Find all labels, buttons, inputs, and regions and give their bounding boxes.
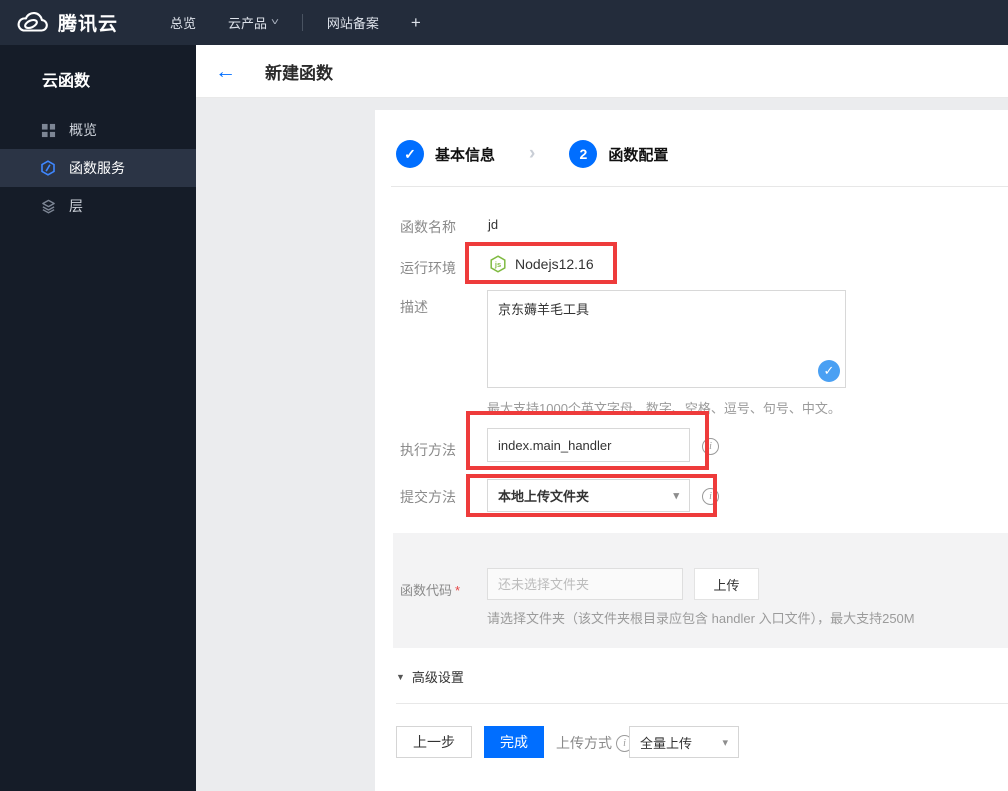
sidebar-title: 云函数 bbox=[42, 73, 91, 90]
step1-completed-circle: ✓ bbox=[396, 140, 424, 168]
nav-item-cloud-products[interactable]: 云产品 ˅ bbox=[212, 0, 294, 45]
page-title: 新建函数 bbox=[265, 63, 333, 83]
sidebar-item-label: 函数服务 bbox=[69, 160, 125, 176]
cloud-logo-icon bbox=[16, 11, 48, 35]
upload-button[interactable]: 上传 bbox=[694, 568, 759, 600]
required-asterisk: * bbox=[455, 583, 461, 598]
back-arrow-icon[interactable]: ← bbox=[215, 61, 236, 82]
handler-input[interactable] bbox=[487, 428, 690, 462]
sidebar-item-label: 概览 bbox=[69, 122, 97, 138]
sidebar-menu: 概览 函数服务 层 bbox=[0, 111, 196, 225]
top-navigation: 总览 云产品 ˅ 网站备案 + bbox=[154, 0, 437, 45]
grid-icon bbox=[40, 122, 56, 138]
tencent-cloud-logo[interactable]: 腾讯云 bbox=[0, 9, 118, 36]
chevron-down-icon: ˅ bbox=[270, 17, 280, 28]
function-name-value: jd bbox=[488, 217, 499, 232]
runtime-label: 运行环境 bbox=[400, 260, 456, 276]
topbar: 腾讯云 总览 云产品 ˅ 网站备案 + bbox=[0, 0, 1008, 45]
submit-method-select[interactable]: 本地上传文件夹 ▾ bbox=[487, 479, 690, 512]
svg-text:js: js bbox=[494, 260, 501, 269]
nav-divider bbox=[301, 14, 303, 31]
function-code-label: 函数代码 * bbox=[400, 583, 461, 598]
advanced-settings-label: 高级设置 bbox=[411, 670, 464, 685]
finish-button[interactable]: 完成 bbox=[484, 726, 544, 758]
previous-step-button[interactable]: 上一步 bbox=[396, 726, 472, 758]
step-indicator: ✓ 基本信息 › 2 函数配置 bbox=[396, 140, 668, 168]
step-chevron-icon: › bbox=[529, 143, 536, 164]
function-name-label: 函数名称 bbox=[400, 219, 456, 235]
step2-label: 函数配置 bbox=[608, 146, 669, 164]
submit-method-info-icon[interactable]: i bbox=[702, 488, 719, 505]
sidebar-item-overview[interactable]: 概览 bbox=[0, 111, 196, 149]
description-label: 描述 bbox=[400, 299, 428, 315]
new-function-card: ✓ 基本信息 › 2 函数配置 函数名称 jd 运行环境 js Nodejs12… bbox=[375, 110, 1008, 791]
sidebar-item-function-service[interactable]: 函数服务 bbox=[0, 149, 196, 187]
description-textarea[interactable]: 京东薅羊毛工具 bbox=[487, 290, 846, 388]
nodejs-icon: js bbox=[489, 255, 507, 273]
page-header: ← 新建函数 bbox=[196, 45, 1008, 98]
folder-path-input[interactable] bbox=[487, 568, 683, 600]
sidebar-item-layers[interactable]: 层 bbox=[0, 187, 196, 225]
upload-mode-select[interactable]: 全量上传 ▾ bbox=[629, 726, 739, 758]
function-code-panel: 函数代码* 上传 请选择文件夹（该文件夹根目录应包含 handler 入口文件）… bbox=[393, 533, 1008, 648]
advanced-settings-toggle[interactable]: ▼ 高级设置 bbox=[396, 667, 464, 686]
description-hint: 最大支持1000个英文字母、数字、空格、逗号、句号、中文。 bbox=[487, 401, 841, 416]
handler-label: 执行方法 bbox=[400, 442, 456, 458]
nav-add-button[interactable]: + bbox=[395, 0, 437, 45]
footer-divider bbox=[396, 703, 1008, 704]
runtime-value: js Nodejs12.16 bbox=[489, 251, 594, 277]
check-icon: ✓ bbox=[404, 145, 416, 162]
handler-info-icon[interactable]: i bbox=[702, 438, 719, 455]
submit-method-label: 提交方法 bbox=[400, 489, 456, 505]
nav-item-icp-filing[interactable]: 网站备案 bbox=[311, 0, 395, 45]
step2-number-circle: 2 bbox=[569, 140, 598, 168]
function-hexagon-icon bbox=[40, 160, 56, 176]
caret-down-icon: ▾ bbox=[673, 490, 679, 502]
triangle-down-icon: ▼ bbox=[396, 671, 405, 682]
steps-divider bbox=[391, 186, 1008, 187]
sidebar-item-label: 层 bbox=[69, 198, 83, 214]
function-code-hint: 请选择文件夹（该文件夹根目录应包含 handler 入口文件），最大支持250M bbox=[487, 611, 915, 626]
brand-text: 腾讯云 bbox=[58, 14, 119, 35]
step1-label: 基本信息 bbox=[435, 146, 496, 164]
valid-check-icon: ✓ bbox=[818, 360, 840, 382]
layers-icon bbox=[40, 198, 56, 214]
upload-mode-label: 上传方式 i bbox=[556, 733, 633, 753]
nav-item-overview[interactable]: 总览 bbox=[154, 0, 212, 45]
sidebar: 云函数 概览 函数服务 层 bbox=[0, 45, 196, 791]
caret-down-icon: ▾ bbox=[722, 736, 728, 749]
